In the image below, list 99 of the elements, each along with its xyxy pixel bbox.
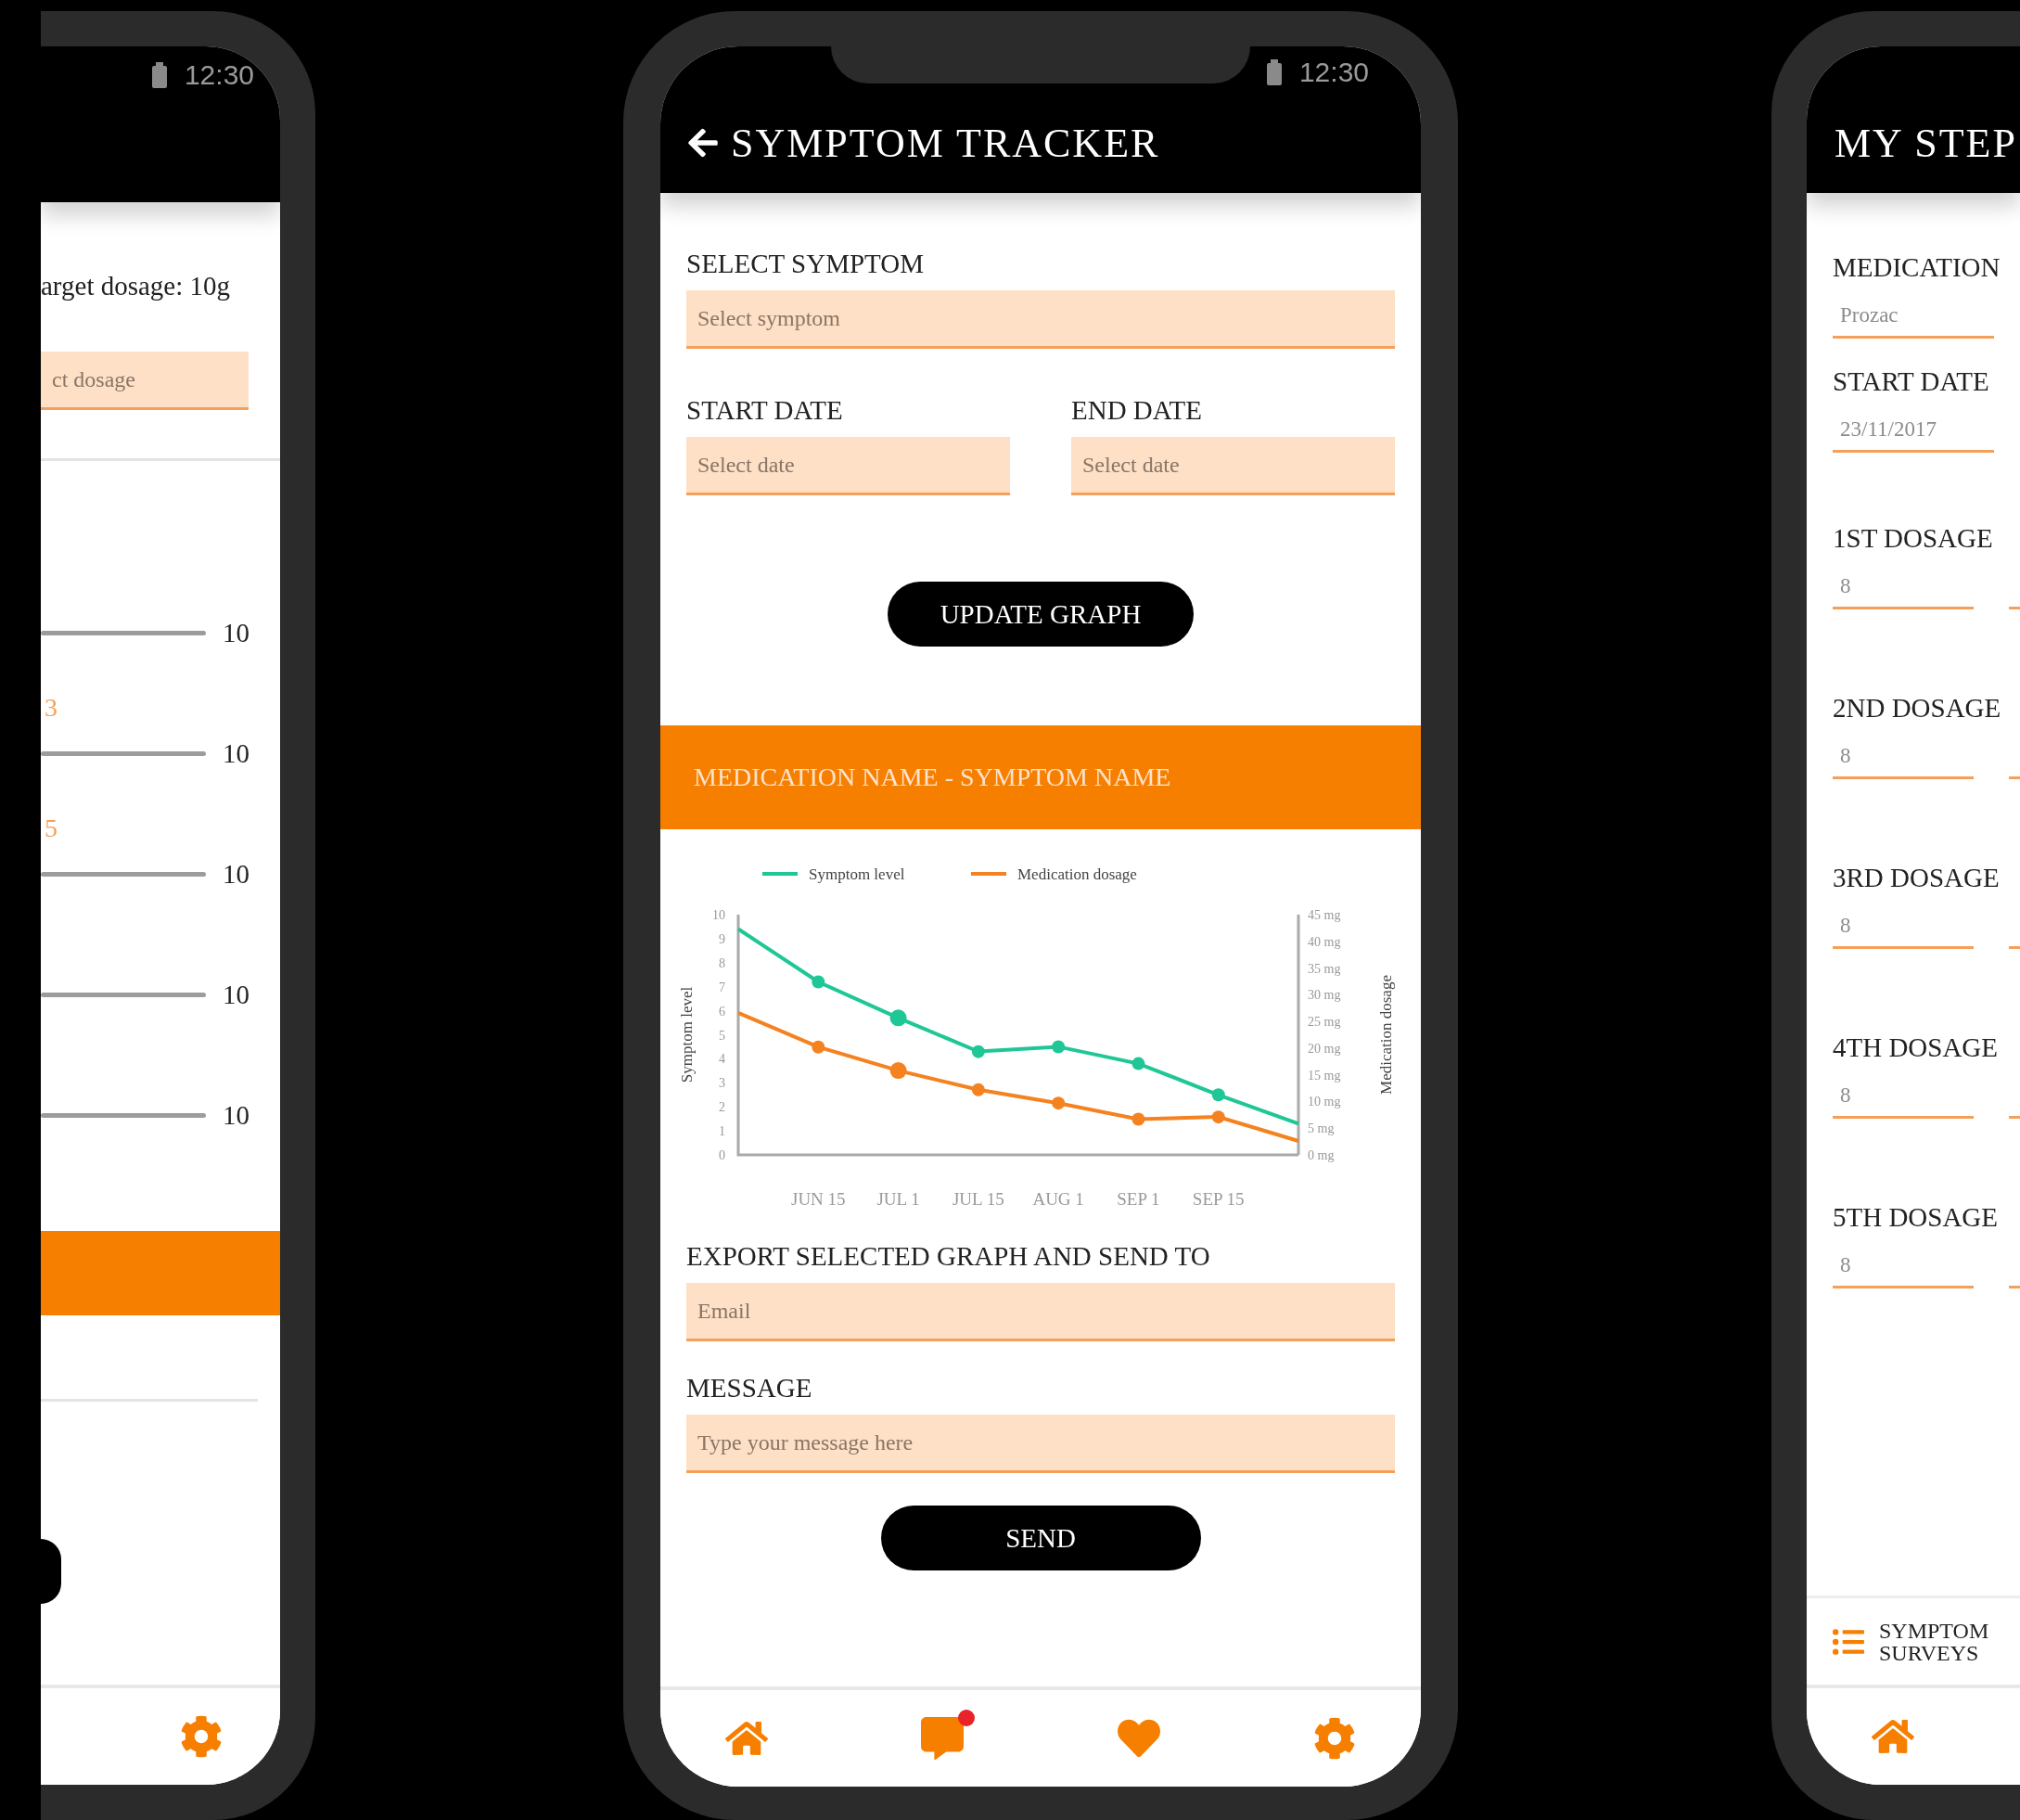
tick-label: SEP 15	[1192, 1189, 1245, 1209]
status-time: 12:30	[1298, 57, 1369, 88]
medication-field[interactable]: Prozac	[1833, 294, 1994, 339]
tick-label: 10	[712, 908, 725, 922]
battery-icon	[1265, 59, 1283, 85]
slider-track[interactable]	[41, 871, 206, 877]
screen-title: MY STEP	[1835, 119, 2017, 167]
dosage-field[interactable]: 8	[1833, 904, 1974, 949]
field-label: START DATE	[686, 395, 843, 426]
field-label: SELECT SYMPTOM	[686, 249, 924, 279]
tick-label: 4	[719, 1052, 725, 1067]
heart-icon[interactable]	[1117, 1717, 1160, 1760]
date-field[interactable]: Select date	[686, 437, 1010, 495]
tick-label: 35 mg	[1308, 961, 1341, 976]
slider-max: 10	[223, 737, 249, 769]
field-label: MESSAGE	[686, 1373, 812, 1403]
slider-track[interactable]	[41, 630, 206, 635]
symptom-surveys-tab[interactable]: SYMPTOM SURVEYS	[1879, 1619, 2000, 1664]
tick-label: SEP 1	[1117, 1189, 1160, 1209]
screen-title: SYMPTOM TRACKER	[731, 119, 1160, 167]
settings-icon[interactable]	[180, 1715, 223, 1758]
slider-track[interactable]	[41, 750, 206, 756]
date-field[interactable]: 23/11/2017	[1833, 408, 1994, 453]
slider-max: 10	[223, 1099, 249, 1131]
date-field[interactable]: Select date	[1071, 437, 1395, 495]
tick-label: 40 mg	[1308, 934, 1341, 949]
tick-label: JUN 15	[791, 1189, 846, 1209]
field-label: 5TH DOSAGE	[1833, 1202, 1999, 1233]
back-button[interactable]	[686, 126, 720, 160]
tick-label: 45 mg	[1308, 908, 1341, 922]
tick-label: 8	[719, 955, 725, 970]
data-point	[1211, 1088, 1225, 1102]
tick-label: 5	[719, 1028, 725, 1043]
tick-label: 0	[719, 1148, 725, 1162]
send-button[interactable]: SEND	[880, 1506, 1201, 1570]
tick-label: 6	[719, 1004, 725, 1019]
slider-value: 3	[44, 693, 58, 724]
slider-max: 10	[223, 617, 249, 648]
data-point	[889, 1062, 907, 1080]
dosage-field[interactable]: 8	[1833, 1244, 1974, 1288]
dosage-field[interactable]: 8	[1833, 735, 1974, 779]
tick-label: JUL 1	[876, 1189, 920, 1209]
message-field[interactable]: Type your message here	[686, 1415, 1395, 1473]
data-point	[971, 1083, 985, 1096]
data-point	[1131, 1057, 1145, 1070]
chat-icon[interactable]	[921, 1717, 965, 1760]
email-field[interactable]: Email	[686, 1283, 1395, 1341]
status-time: 12:30	[184, 59, 254, 91]
data-point	[971, 1045, 985, 1058]
legend-line	[971, 872, 1006, 876]
tick-label: 2	[719, 1100, 725, 1115]
field-label: MEDICATION	[1833, 252, 2001, 283]
settings-icon[interactable]	[1313, 1717, 1356, 1760]
data-point	[1131, 1112, 1145, 1126]
tick-label: 0 mg	[1308, 1148, 1335, 1162]
legend-line	[762, 872, 798, 876]
slider-track[interactable]	[41, 992, 206, 997]
field-label: 3RD DOSAGE	[1833, 863, 2000, 893]
tick-label: 30 mg	[1308, 988, 1341, 1003]
tick-label: 3	[719, 1076, 725, 1091]
slider-track[interactable]	[41, 1112, 206, 1118]
symptom-field[interactable]: Select symptom	[686, 290, 1395, 349]
data-point	[889, 1009, 907, 1027]
tick-label: 7	[719, 980, 725, 994]
target-dosage-text: arget dosage: 10g	[41, 271, 232, 301]
data-point	[812, 1040, 825, 1054]
tick-label: 10 mg	[1308, 1095, 1341, 1109]
slider-max: 10	[223, 858, 249, 890]
data-point	[1211, 1110, 1225, 1124]
chart-title-banner: MEDICATION NAME - SYMPTOM NAME	[660, 725, 1421, 829]
field-label: START DATE	[1833, 366, 1989, 397]
tick-label: 1	[719, 1124, 725, 1139]
axis-title: Medication dosage	[1377, 975, 1395, 1095]
data-point	[812, 975, 825, 989]
slider-value: 5	[44, 814, 58, 844]
dosage-field[interactable]: ct dosage	[41, 352, 249, 410]
battery-icon	[150, 62, 168, 88]
tick-label: 25 mg	[1308, 1015, 1341, 1030]
field-label: 1ST DOSAGE	[1833, 523, 1993, 554]
tick-label: 15 mg	[1308, 1068, 1341, 1083]
tick-label: JUL 15	[952, 1189, 1004, 1209]
field-label: 4TH DOSAGE	[1833, 1032, 1999, 1063]
tick-label: 20 mg	[1308, 1041, 1341, 1056]
tick-label: 5 mg	[1308, 1121, 1335, 1136]
pill-button[interactable]	[41, 1539, 61, 1604]
legend-label: Symptom level	[809, 865, 905, 883]
legend-label: Medication dosage	[1017, 865, 1137, 883]
data-point	[1052, 1040, 1066, 1054]
axis-title: Symptom level	[678, 986, 696, 1083]
field-label: EXPORT SELECTED GRAPH AND SEND TO	[686, 1241, 1210, 1272]
slider-max: 10	[223, 979, 249, 1010]
dosage-field[interactable]: 8	[1833, 1074, 1974, 1119]
field-label: END DATE	[1071, 395, 1202, 426]
dosage-field[interactable]: 8	[1833, 565, 1974, 609]
tick-label: AUG 1	[1032, 1189, 1084, 1209]
update-graph-button[interactable]: UPDATE GRAPH	[888, 582, 1194, 647]
data-point	[1052, 1096, 1066, 1110]
tick-label: 9	[719, 931, 725, 946]
field-label: 2ND DOSAGE	[1833, 693, 2001, 724]
